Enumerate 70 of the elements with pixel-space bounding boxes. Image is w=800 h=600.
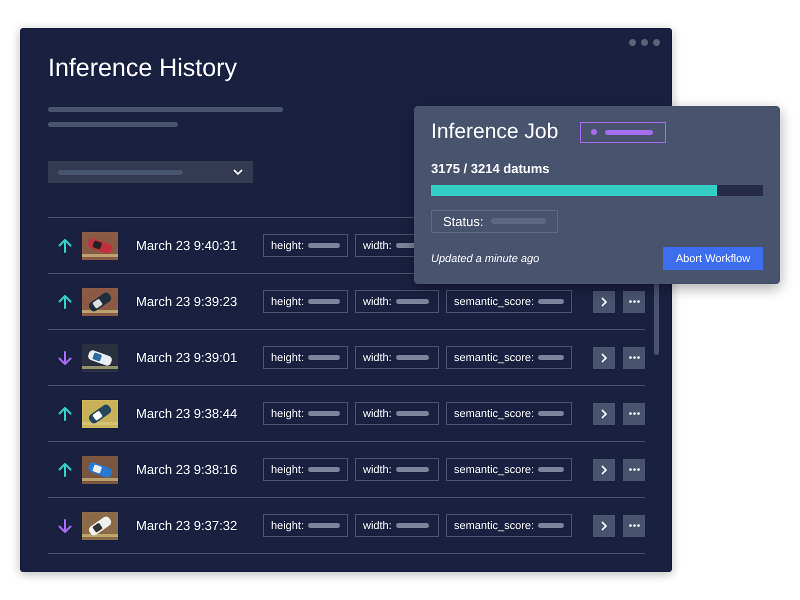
chevron-right-icon — [601, 352, 607, 362]
field-chip: semantic_score: — [446, 402, 572, 425]
field-chip: width: — [355, 458, 439, 481]
field-chip: width: — [355, 402, 439, 425]
more-button[interactable] — [623, 514, 645, 536]
placeholder-line — [538, 355, 564, 360]
field-chip: semantic_score: — [446, 458, 572, 481]
more-icon — [628, 356, 640, 359]
open-button[interactable] — [593, 346, 615, 368]
placeholder-line — [308, 523, 340, 528]
more-button[interactable] — [623, 402, 645, 424]
placeholder-line — [308, 467, 340, 472]
more-button[interactable] — [623, 458, 645, 480]
placeholder-line — [308, 243, 340, 248]
open-button[interactable] — [593, 402, 615, 424]
more-icon — [628, 524, 640, 527]
open-button[interactable] — [593, 514, 615, 536]
chevron-right-icon — [601, 520, 607, 530]
open-button[interactable] — [593, 290, 615, 312]
scrollbar[interactable] — [654, 283, 659, 355]
window-title: Inference History — [48, 54, 238, 83]
more-icon — [628, 300, 640, 303]
field-chip: height: — [263, 234, 348, 257]
field-chip: width: — [355, 346, 439, 369]
placeholder-line — [396, 299, 429, 304]
more-icon — [628, 468, 640, 471]
placeholder-line — [308, 299, 340, 304]
row-time: March 23 9:40:31 — [136, 238, 238, 253]
window-dot-icon — [629, 39, 636, 46]
window-dot-icon — [641, 39, 648, 46]
field-chip: semantic_score: — [446, 514, 572, 537]
field-chip: height: — [263, 514, 348, 537]
placeholder-line — [605, 130, 654, 134]
row-time: March 23 9:38:44 — [136, 406, 238, 421]
placeholder-line — [396, 467, 429, 472]
more-button[interactable] — [623, 290, 645, 312]
progress-text: 3175 / 3214 datums — [431, 161, 551, 176]
field-chip: height: — [263, 458, 348, 481]
more-button[interactable] — [623, 346, 645, 368]
field-chip: width: — [355, 514, 439, 537]
placeholder-line — [396, 523, 429, 528]
field-chip: width: — [355, 290, 439, 313]
chevron-right-icon — [601, 464, 607, 474]
row-time: March 23 9:39:01 — [136, 350, 238, 365]
chevron-down-icon — [233, 169, 243, 175]
placeholder-line — [538, 523, 564, 528]
open-button[interactable] — [593, 458, 615, 480]
placeholder-line — [396, 411, 429, 416]
placeholder-line — [538, 467, 564, 472]
more-icon — [628, 412, 640, 415]
row-time: March 23 9:39:23 — [136, 294, 238, 309]
status-label: Status: — [443, 214, 484, 229]
dot-icon — [591, 129, 598, 135]
chevron-right-icon — [601, 296, 607, 306]
placeholder-line — [308, 355, 340, 360]
chevron-right-icon — [601, 408, 607, 418]
abort-button[interactable]: Abort Workflow — [663, 247, 763, 270]
row-time: March 23 9:38:16 — [136, 462, 238, 477]
placeholder-line — [538, 299, 564, 304]
placeholder-line — [396, 355, 429, 360]
placeholder-line — [538, 411, 564, 416]
field-chip: height: — [263, 402, 348, 425]
window-dot-icon — [653, 39, 660, 46]
placeholder-line — [308, 411, 340, 416]
field-chip: height: — [263, 346, 348, 369]
row-time: March 23 9:37:32 — [136, 518, 238, 533]
field-chip: semantic_score: — [446, 346, 572, 369]
panel-title: Inference Job — [431, 120, 558, 144]
field-chip: semantic_score: — [446, 290, 572, 313]
field-chip: height: — [263, 290, 348, 313]
